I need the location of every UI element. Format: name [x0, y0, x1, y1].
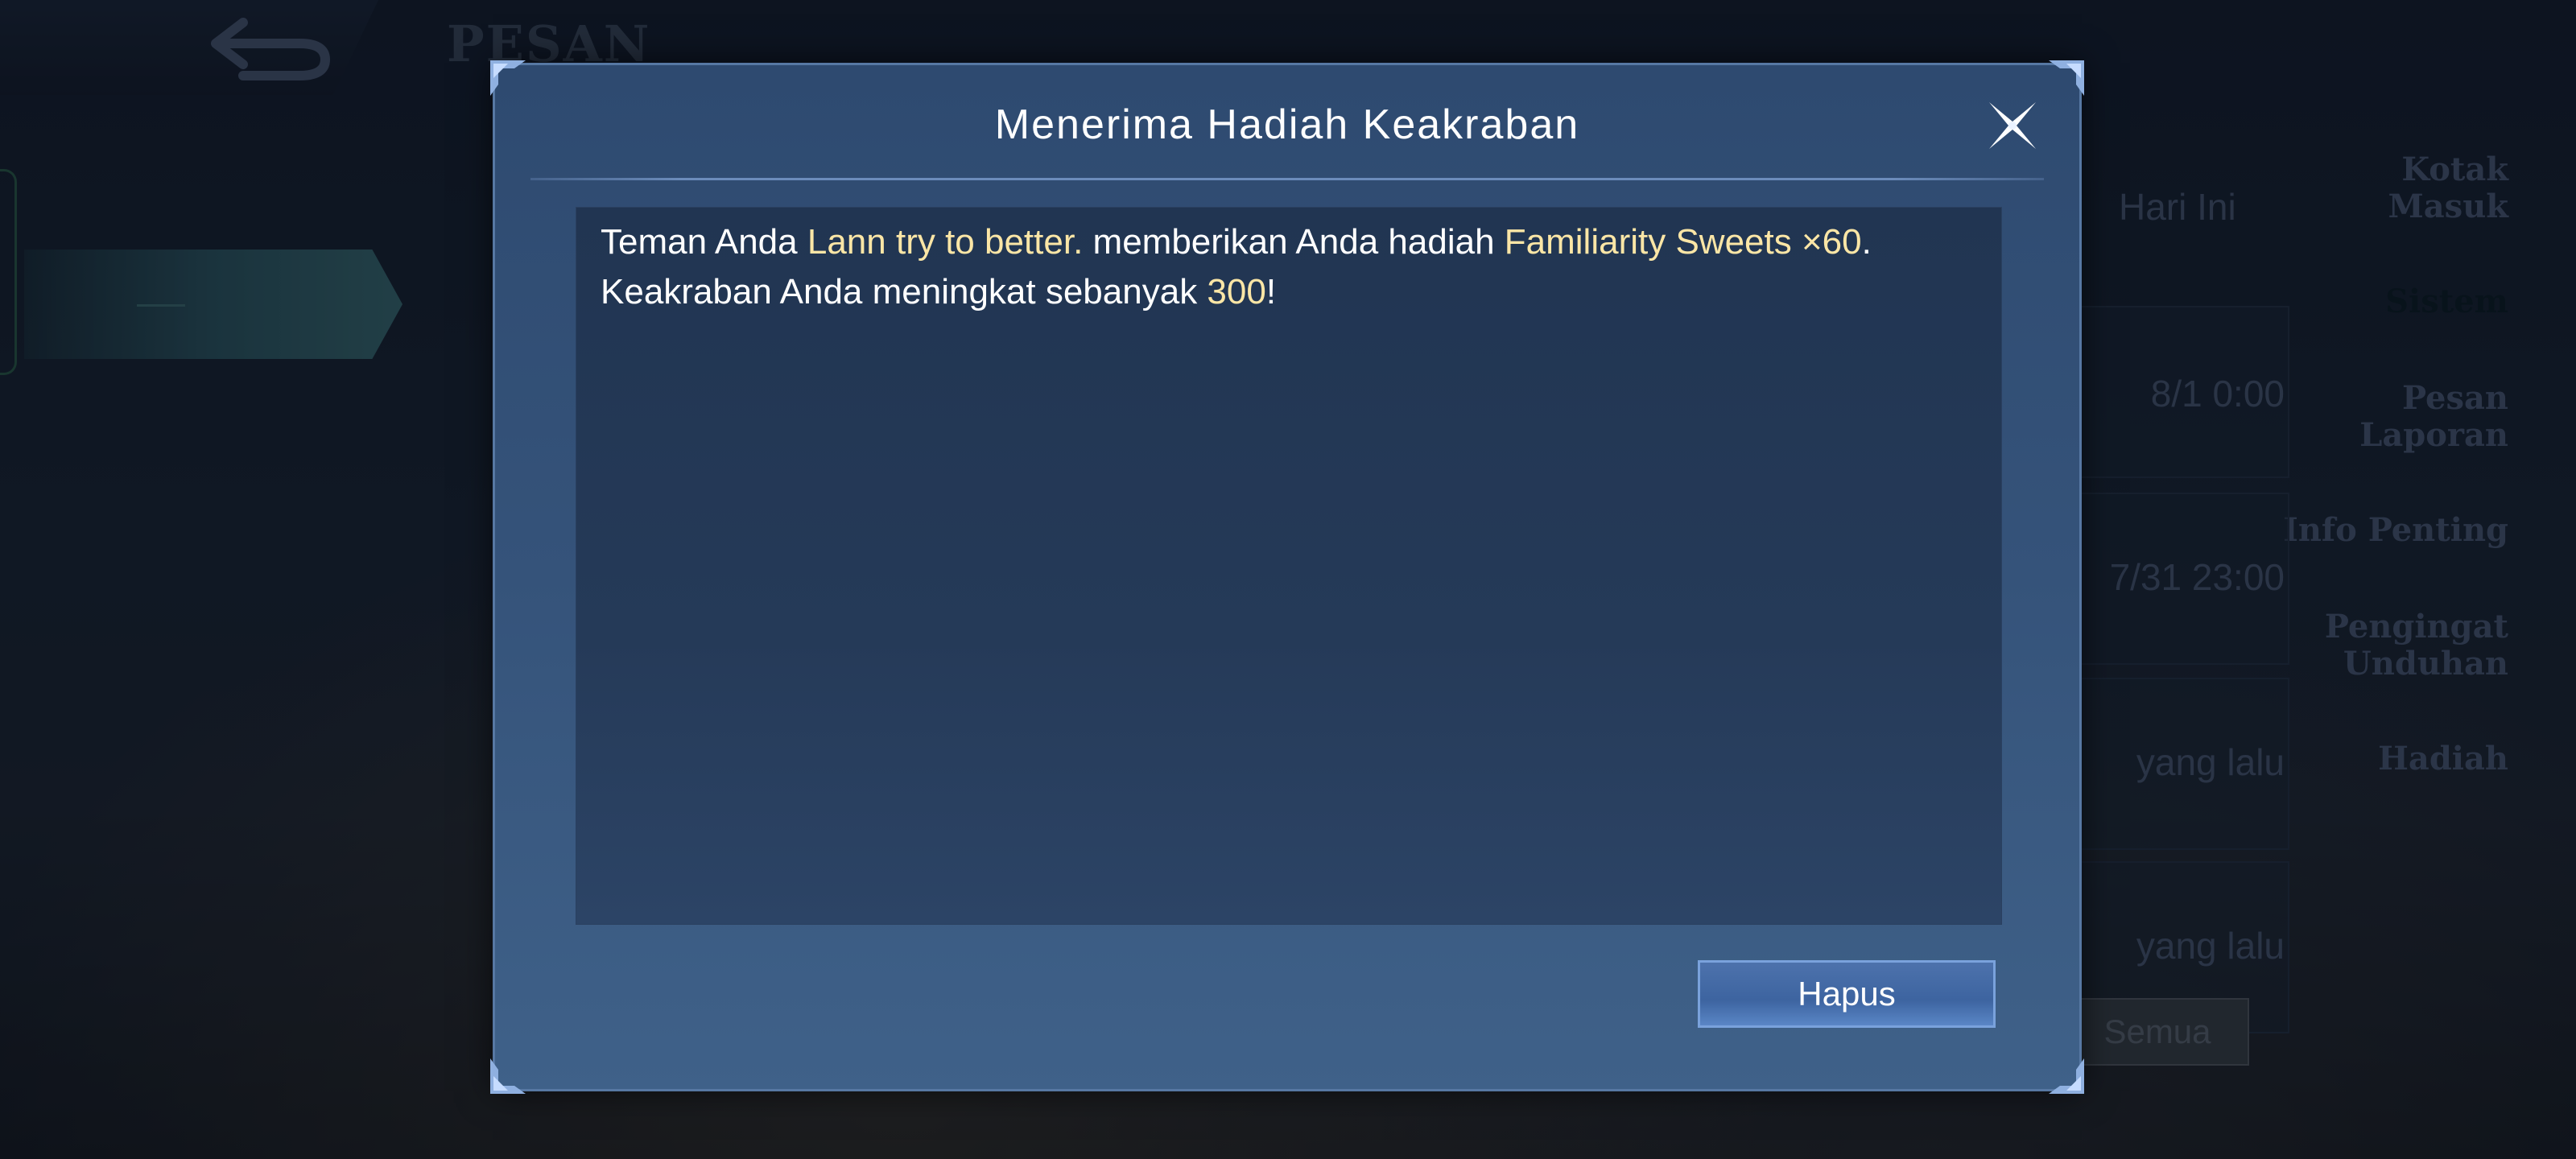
delete-button[interactable]: Hapus [1698, 960, 1996, 1028]
intimacy-amount: 300 [1207, 272, 1266, 311]
corner-ornament-icon [490, 1058, 526, 1094]
dialog-title: Menerima Hadiah Keakraban [994, 101, 1580, 148]
message-line2-prefix: Keakraban Anda meningkat sebanyak [601, 272, 1208, 311]
gift-item: Familiarity Sweets ×60 [1504, 222, 1862, 262]
corner-ornament-icon [2049, 60, 2084, 96]
corner-ornament-icon [2049, 1058, 2084, 1094]
message-text: Teman Anda Lann try to better. memberika… [601, 217, 1977, 317]
message-line2-suffix: ! [1265, 272, 1277, 311]
message-prefix: Teman Anda [601, 222, 807, 262]
gift-dialog: Menerima Hadiah Keakraban Teman Anda Lan… [490, 60, 2084, 1094]
friend-name: Lann try to better. [807, 222, 1084, 262]
close-icon[interactable] [1984, 97, 2041, 154]
message-middle: memberikan Anda hadiah [1083, 222, 1505, 262]
corner-ornament-icon [490, 60, 526, 96]
message-period: . [1861, 222, 1872, 262]
message-content: Teman Anda Lann try to better. memberika… [576, 207, 2002, 925]
title-divider [530, 178, 2044, 180]
